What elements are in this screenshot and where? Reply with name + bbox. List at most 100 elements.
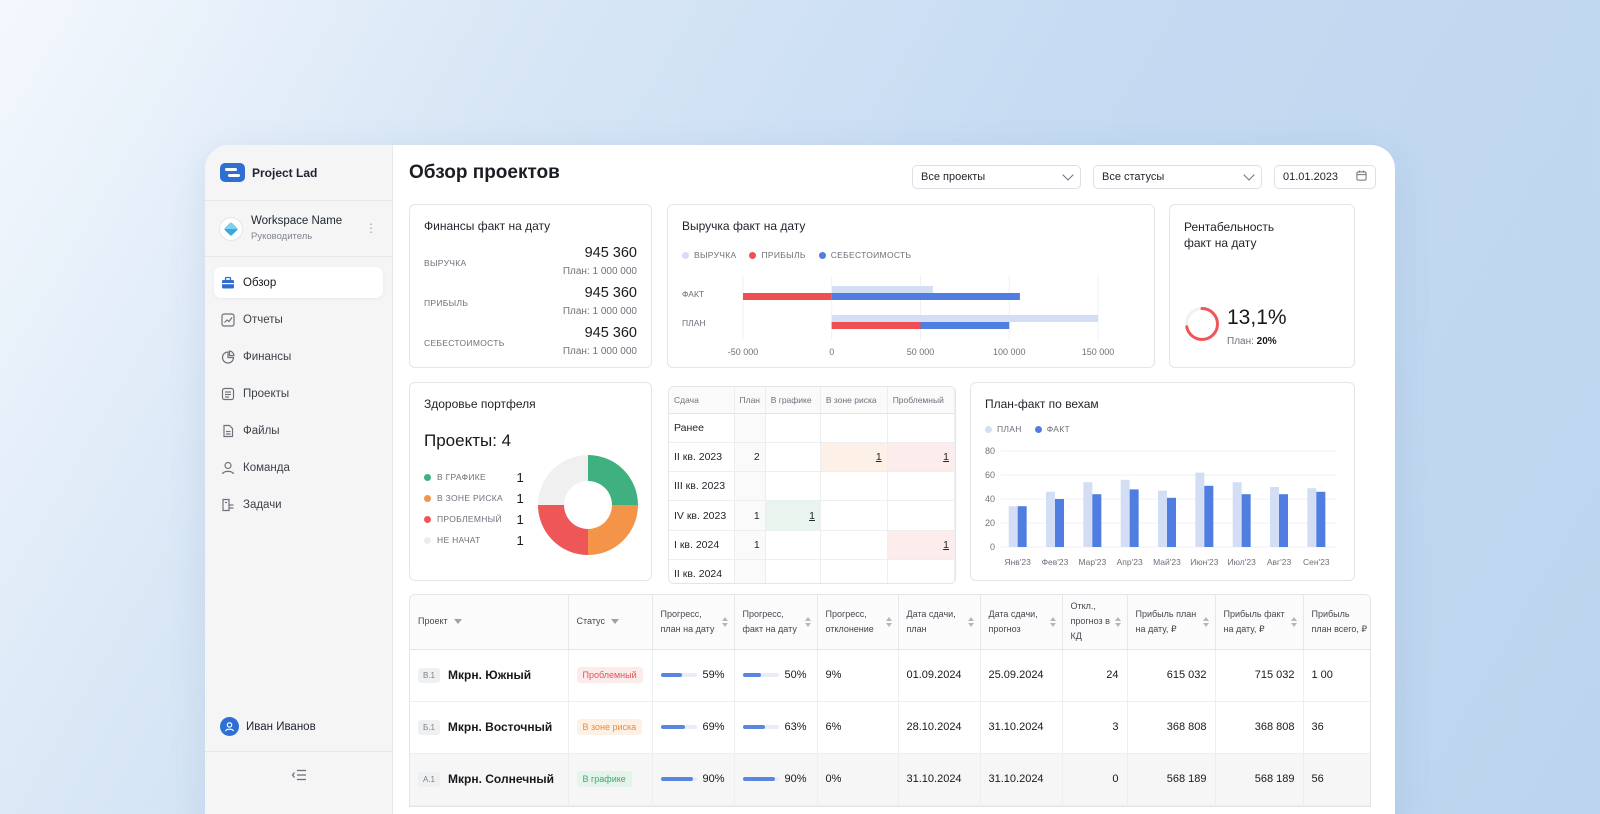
project-name: Мкрн. Солнечный [448,771,555,786]
column-header-deviation-kd[interactable]: Откл., прогноз в КД [1062,595,1128,650]
table-row[interactable]: А.1 Мкрн. Солнечный В графике 90% 90% 0% 31.10… [410,753,1370,806]
table-cell[interactable] [887,500,955,531]
status-cell: В зоне риска [568,701,653,754]
table-cell[interactable]: 1 [765,500,821,531]
x-tick-label: Апр'23 [1117,557,1143,567]
status-filter-value: Все статусы [1102,171,1165,183]
bar [743,293,832,300]
table-cell[interactable] [765,559,821,583]
avatar [220,717,239,736]
table-cell[interactable] [765,442,821,473]
profit-total-cell: 1 00 [1303,649,1370,702]
fact-bar [1316,491,1326,547]
status-cell: Проблемный [568,649,653,702]
projects-filter-value: Все проекты [921,171,986,183]
x-tick-label: Май'23 [1153,557,1181,567]
column-header-progress-fact[interactable]: Прогресс, факт на дату [734,595,818,650]
filter-icon[interactable] [610,619,619,625]
date-plan-cell: 28.10.2024 [898,701,981,754]
sidebar-item-files[interactable]: Файлы [214,415,383,446]
projects-table: Проект Статус Прогресс, план на дату Про… [409,594,1371,807]
sort-icon[interactable] [1049,616,1056,627]
project-cell[interactable]: В.1 Мкрн. Южный [410,649,569,702]
table-cell[interactable] [887,559,955,583]
finance-value: 945 360 [584,325,637,341]
table-cell[interactable]: 1 [887,442,955,473]
sidebar-item-label: Отчеты [243,313,283,326]
sort-icon[interactable] [1114,616,1121,627]
date-picker[interactable]: 01.01.2023 [1274,165,1376,189]
row-label: ПЛАН [682,318,706,328]
column-header-profit-plan[interactable]: Прибыль план на дату, ₽ [1127,595,1216,650]
project-code: В.1 [418,667,441,683]
sort-icon[interactable] [1290,616,1297,627]
table-cell[interactable] [820,559,888,583]
table-cell[interactable] [765,413,821,443]
health-legend-item: В ГРАФИКЕ 1 [424,469,524,485]
table-cell[interactable] [820,500,888,531]
table-cell[interactable] [820,530,888,560]
column-header-profit-total[interactable]: Прибыль план всего, ₽ [1303,595,1370,650]
brand[interactable]: Project Lad [205,145,392,201]
workspace-cube-icon [220,217,242,240]
finance-card: Финансы факт на дату ВЫРУЧКА 945 360 Пла… [409,204,652,368]
sort-icon[interactable] [885,616,892,627]
column-header-date-forecast[interactable]: Дата сдачи, прогноз [980,595,1063,650]
table-cell: Ранее [669,413,735,443]
filter-icon[interactable] [453,619,462,625]
sidebar-item-tasks[interactable]: Задачи [214,489,383,520]
table-cell[interactable] [820,471,888,502]
table-cell[interactable] [765,471,821,502]
profitability-card: Рентабельность факт на дату 13,1% План: … [1169,204,1355,368]
x-tick-label: 0 [829,347,834,357]
project-cell[interactable]: А.1 Мкрн. Солнечный [410,753,569,806]
status-filter-select[interactable]: Все статусы [1093,165,1262,189]
sidebar-item-finance[interactable]: Финансы [214,341,383,372]
table-cell: III кв. 2023 [669,471,735,502]
table-cell: II кв. 2024 [669,559,735,583]
sort-icon[interactable] [721,616,728,627]
y-tick-label: 60 [985,470,995,480]
table-cell[interactable] [887,471,955,502]
projects-filter-select[interactable]: Все проекты [912,165,1081,189]
finance-row-profit: ПРИБЫЛЬ 945 360 План: 1 000 000 [424,285,637,321]
profitability-ring [1185,307,1219,341]
fact-bar [1055,499,1064,547]
sort-icon[interactable] [1202,616,1209,627]
bar [831,315,1098,322]
column-header-date-plan[interactable]: Дата сдачи, план [898,595,981,650]
status-cell: В графике [568,753,653,806]
table-cell[interactable]: 1 [820,442,888,473]
column-header-profit-fact[interactable]: Прибыль факт на дату, ₽ [1215,595,1304,650]
project-cell[interactable]: Б.1 Мкрн. Восточный [410,701,569,754]
collapse-sidebar-button[interactable] [205,751,392,801]
sort-icon[interactable] [967,616,974,627]
sidebar-item-label: Команда [243,461,290,474]
more-vertical-icon[interactable]: ⋮ [365,221,377,235]
workspace-switcher[interactable]: Workspace Name Руководитель ⋮ [205,201,392,257]
table-cell[interactable]: 1 [887,530,955,560]
progress-deviation-cell: 0% [817,753,899,806]
progress-plan-cell: 90% [652,753,735,806]
table-cell[interactable] [887,413,955,443]
finance-row-revenue: ВЫРУЧКА 945 360 План: 1 000 000 [424,245,637,281]
finance-card-title: Финансы факт на дату [424,219,551,233]
sort-icon[interactable] [804,616,811,627]
x-tick-label: Июл'23 [1227,557,1256,567]
x-tick-label: -50 000 [728,347,759,357]
user-profile[interactable]: Иван Иванов [220,717,316,736]
column-header-project[interactable]: Проект [410,595,569,650]
table-cell[interactable] [765,530,821,560]
sidebar-item-team[interactable]: Команда [214,452,383,483]
sidebar-item-projects[interactable]: Проекты [214,378,383,409]
revenue-bar-chart: -50 000 0 50 000 100 000 150 000 ФАКТ ПЛАН [682,275,1114,357]
sidebar-item-overview[interactable]: Обзор [214,267,383,298]
sidebar-item-reports[interactable]: Отчеты [214,304,383,335]
table-cell[interactable] [820,413,888,443]
table-row[interactable]: В.1 Мкрн. Южный Проблемный 59% 50% 9% 01.09.20… [410,649,1370,702]
app-window: Project Lad Workspace Name Руководитель … [205,145,1395,814]
column-header-status[interactable]: Статус [568,595,653,650]
table-row[interactable]: Б.1 Мкрн. Восточный В зоне риска 69% 63% 6% 28… [410,701,1370,754]
column-header-progress-deviation[interactable]: Прогресс, отклонение [817,595,899,650]
column-header-progress-plan[interactable]: Прогресс, план на дату [652,595,735,650]
